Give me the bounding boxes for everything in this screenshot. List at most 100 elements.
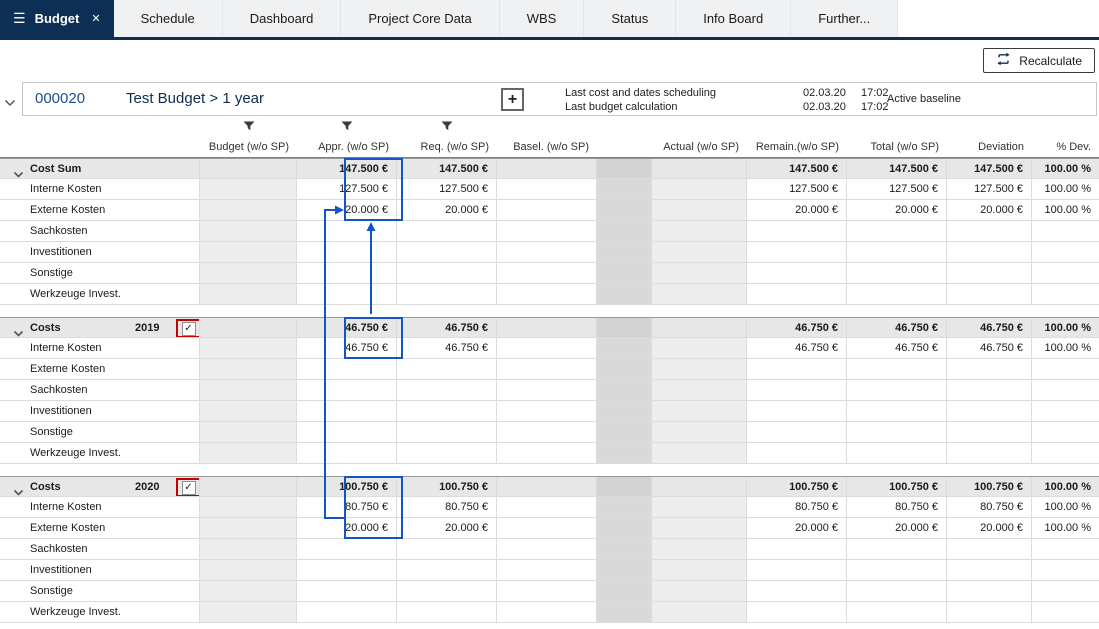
cell-pdev — [1032, 242, 1099, 263]
spacer-cell — [597, 221, 652, 242]
cell-basel — [497, 221, 597, 242]
column-header-deviation[interactable]: Deviation — [947, 138, 1032, 157]
cell-appr[interactable] — [297, 284, 397, 305]
cell-actual — [652, 581, 747, 602]
cell-remain — [747, 581, 847, 602]
cell-appr[interactable] — [297, 242, 397, 263]
cell-total — [847, 242, 947, 263]
tab-budget-active[interactable]: ☰ Budget ✕ — [0, 0, 114, 37]
filter-funnel-icon[interactable] — [341, 118, 353, 136]
cell-basel — [497, 179, 597, 200]
cell-pdev: 100.00 % — [1032, 477, 1099, 497]
filter-cell-total — [847, 118, 947, 139]
cell-req[interactable] — [397, 380, 497, 401]
cell-appr[interactable] — [297, 401, 397, 422]
row-label: Costs — [30, 318, 61, 338]
cell-appr[interactable] — [297, 263, 397, 284]
tab-further[interactable]: Further... — [791, 0, 898, 37]
column-header-req[interactable]: Req. (w/o SP) — [397, 138, 497, 157]
cell-appr[interactable] — [297, 581, 397, 602]
tab-info-board[interactable]: Info Board — [676, 0, 791, 37]
spacer-cell — [597, 401, 652, 422]
tab-project-core-data[interactable]: Project Core Data — [341, 0, 499, 37]
cell-appr[interactable]: 127.500 € — [297, 179, 397, 200]
cell-pdev: 100.00 % — [1032, 318, 1099, 338]
column-header-total[interactable]: Total (w/o SP) — [847, 138, 947, 157]
cell-req[interactable] — [397, 539, 497, 560]
cell-remain: 46.750 € — [747, 318, 847, 338]
cell-req[interactable] — [397, 560, 497, 581]
row-label-cell: Sachkosten — [0, 539, 200, 560]
cell-appr[interactable]: 20.000 € — [297, 200, 397, 221]
chevron-down-icon[interactable] — [13, 324, 24, 338]
cell-total — [847, 263, 947, 284]
column-header-budget[interactable]: Budget (w/o SP) — [200, 138, 297, 157]
cell-total: 127.500 € — [847, 179, 947, 200]
cell-appr[interactable] — [297, 359, 397, 380]
row-label: Sachkosten — [30, 380, 87, 400]
cell-req[interactable] — [397, 284, 497, 305]
spacer-cell — [597, 338, 652, 359]
column-header-actual[interactable]: Actual (w/o SP) — [652, 138, 747, 157]
chevron-down-icon[interactable] — [13, 165, 24, 179]
cell-req[interactable] — [397, 602, 497, 623]
cell-req[interactable] — [397, 581, 497, 602]
column-header-remain[interactable]: Remain.(w/o SP) — [747, 138, 847, 157]
hamburger-menu-icon[interactable]: ☰ — [13, 10, 26, 27]
cell-req[interactable]: 20.000 € — [397, 200, 497, 221]
cell-req[interactable] — [397, 422, 497, 443]
tab-status[interactable]: Status — [584, 0, 676, 37]
cell-total: 20.000 € — [847, 518, 947, 539]
tab-wbs[interactable]: WBS — [500, 0, 585, 37]
cell-req[interactable] — [397, 263, 497, 284]
cell-appr[interactable]: 46.750 € — [297, 338, 397, 359]
row-label-cell: Interne Kosten — [0, 338, 200, 359]
filter-cell-budget[interactable] — [200, 118, 297, 139]
close-icon[interactable]: ✕ — [91, 12, 100, 25]
year-include-checkbox[interactable]: ✓ — [182, 481, 196, 495]
tab-dashboard[interactable]: Dashboard — [223, 0, 342, 37]
tab-schedule[interactable]: Schedule — [114, 0, 223, 37]
recalculate-button[interactable]: Recalculate — [983, 48, 1095, 73]
row-label: Investitionen — [30, 401, 92, 421]
column-header-appr[interactable]: Appr. (w/o SP) — [297, 138, 397, 157]
cell-req[interactable] — [397, 221, 497, 242]
cell-budget — [200, 477, 297, 497]
cell-appr[interactable] — [297, 560, 397, 581]
cell-req[interactable] — [397, 401, 497, 422]
column-header-basel[interactable]: Basel. (w/o SP) — [497, 138, 597, 157]
column-header-pdev[interactable]: % Dev. — [1032, 138, 1099, 157]
cell-total — [847, 422, 947, 443]
year-include-checkbox[interactable]: ✓ — [182, 322, 196, 336]
cell-appr[interactable] — [297, 422, 397, 443]
cell-appr[interactable]: 20.000 € — [297, 518, 397, 539]
section-row-2020: Costs2020✓100.750 €100.750 €100.750 €100… — [0, 476, 1099, 497]
cell-req[interactable]: 127.500 € — [397, 179, 497, 200]
cell-appr[interactable] — [297, 602, 397, 623]
cell-appr[interactable] — [297, 221, 397, 242]
cell-appr[interactable]: 80.750 € — [297, 497, 397, 518]
cell-req[interactable]: 20.000 € — [397, 518, 497, 539]
row-label-cell: Werkzeuge Invest. — [0, 602, 200, 623]
filter-cell-req[interactable] — [397, 118, 497, 139]
cell-appr[interactable] — [297, 380, 397, 401]
row-label-cell: Externe Kosten — [0, 200, 200, 221]
cell-pdev: 100.00 % — [1032, 200, 1099, 221]
cell-appr[interactable] — [297, 443, 397, 464]
cell-total: 80.750 € — [847, 497, 947, 518]
collapse-chevron-icon[interactable] — [4, 94, 16, 112]
cell-remain — [747, 443, 847, 464]
cell-req[interactable] — [397, 242, 497, 263]
add-button[interactable]: + — [501, 88, 524, 111]
cell-req[interactable] — [397, 443, 497, 464]
filter-funnel-icon[interactable] — [441, 118, 453, 136]
cell-pdev — [1032, 221, 1099, 242]
row-label-cell: Cost Sum — [0, 159, 200, 179]
filter-funnel-icon[interactable] — [243, 118, 255, 136]
filter-cell-appr[interactable] — [297, 118, 397, 139]
cell-appr[interactable] — [297, 539, 397, 560]
cell-req[interactable]: 46.750 € — [397, 338, 497, 359]
cell-req[interactable] — [397, 359, 497, 380]
cell-req[interactable]: 80.750 € — [397, 497, 497, 518]
chevron-down-icon[interactable] — [13, 483, 24, 497]
